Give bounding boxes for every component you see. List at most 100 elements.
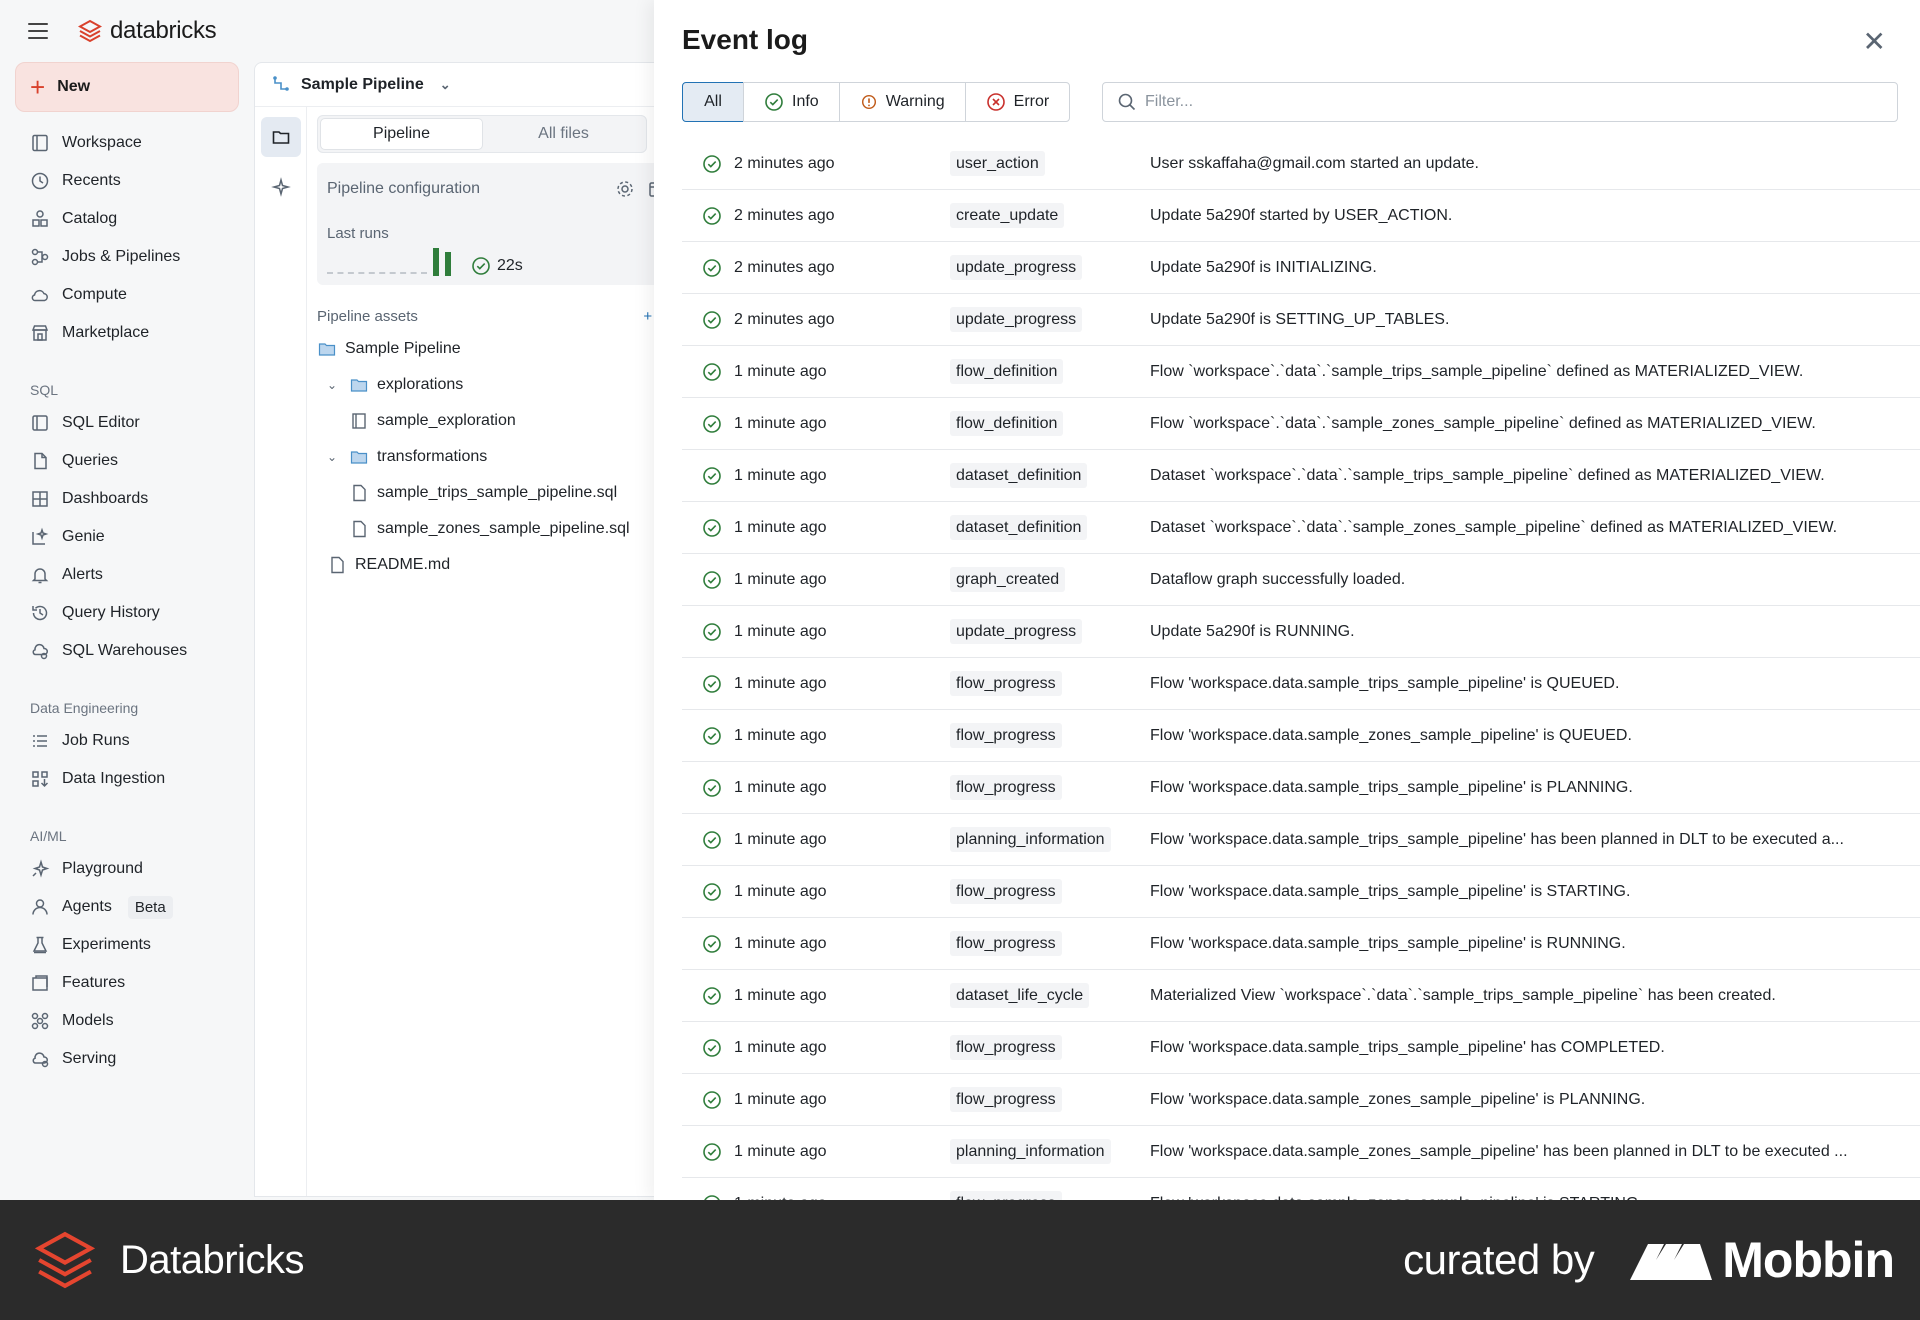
filter-error-button[interactable]: Error: [964, 82, 1071, 122]
filter-info-button[interactable]: Info: [743, 82, 840, 122]
sidebar-item-job-runs[interactable]: Job Runs: [0, 722, 254, 760]
sidebar-item-experiments[interactable]: Experiments: [0, 926, 254, 964]
filter-input[interactable]: Filter...: [1102, 82, 1898, 122]
log-row[interactable]: 2 minutes ago user_action User sskaffaha@g…: [682, 138, 1920, 190]
sidebar-item-queries[interactable]: Queries: [0, 442, 254, 480]
log-row[interactable]: 1 minute ago flow_progress Flow 'workspace…: [682, 658, 1920, 710]
log-type: update_progress: [950, 254, 1140, 280]
sidebar-item-label: Features: [62, 974, 126, 991]
sidebar-item-label: Dashboards: [62, 490, 149, 507]
tree-root[interactable]: Sample Pipeline ⇅: [317, 331, 673, 367]
log-row[interactable]: 1 minute ago graph_created Dataflow graph …: [682, 554, 1920, 606]
sidebar-item-playground[interactable]: Playground: [0, 850, 254, 888]
sidebar-item-label: Experiments: [62, 936, 151, 953]
pipeline-name: Sample Pipeline: [301, 75, 424, 93]
menu-icon[interactable]: [28, 23, 48, 39]
gear-icon[interactable]: [615, 179, 635, 199]
pipeline-header[interactable]: Sample Pipeline ⌄: [255, 63, 673, 107]
tree-item-zones-sql[interactable]: sample_zones_sample_pipeline.sql: [317, 511, 673, 547]
bell-icon: [31, 568, 49, 584]
sidebar-item-recents[interactable]: Recents: [0, 162, 254, 200]
sidebar-item-dashboards[interactable]: Dashboards: [0, 480, 254, 518]
sql-editor-icon: [32, 415, 48, 431]
sidebar-item-models[interactable]: Models: [0, 1002, 254, 1040]
footer-brand-text: Databricks: [120, 1237, 304, 1282]
log-time: 2 minutes ago: [734, 206, 835, 224]
sidebar-item-jobs-pipelines[interactable]: Jobs & Pipelines: [0, 238, 254, 276]
log-row[interactable]: 1 minute ago update_progress Update 5a290f…: [682, 606, 1920, 658]
curated-by-text: curated by: [1403, 1236, 1595, 1283]
filter-all-button[interactable]: All: [682, 82, 744, 122]
event-log-table: 2 minutes ago user_action User sskaffaha@g…: [682, 138, 1920, 1230]
tab-pipeline[interactable]: Pipeline: [320, 118, 483, 150]
sidebar-item-agents[interactable]: Agents Beta: [0, 888, 254, 926]
assistant-rail-button[interactable]: [261, 167, 301, 207]
sidebar-item-compute[interactable]: Compute: [0, 276, 254, 314]
info-check-icon: [682, 934, 722, 954]
nav-section-data-engineering: Data Engineering: [30, 700, 139, 716]
tree-folder-explorations[interactable]: ⌄ explorations: [317, 367, 673, 403]
sidebar-item-data-ingestion[interactable]: Data Ingestion: [0, 760, 254, 798]
config-label[interactable]: Pipeline configuration: [327, 180, 480, 198]
log-row[interactable]: 1 minute ago flow_progress Flow 'workspace…: [682, 710, 1920, 762]
sidebar-item-sql-warehouses[interactable]: SQL Warehouses: [0, 632, 254, 670]
log-message: Flow 'workspace.data.sample_trips_sample…: [1150, 674, 1620, 692]
log-row[interactable]: 2 minutes ago create_update Update 5a290f …: [682, 190, 1920, 242]
last-runs-chart[interactable]: 22s: [327, 248, 667, 276]
sidebar-item-marketplace[interactable]: Marketplace: [0, 314, 254, 352]
log-row[interactable]: 1 minute ago flow_progress Flow 'workspace…: [682, 1022, 1920, 1074]
chevron-down-icon[interactable]: ⌄: [327, 450, 341, 464]
tree-item-trips-sql[interactable]: sample_trips_sample_pipeline.sql: [317, 475, 673, 511]
info-check-icon: [682, 830, 722, 850]
pipeline-folder-icon: [318, 343, 336, 356]
notebook-icon: [352, 413, 366, 429]
tree-item-sample-exploration[interactable]: sample_exploration ∞: [317, 403, 673, 439]
folder-rail-button[interactable]: [261, 117, 301, 157]
sidebar-item-workspace[interactable]: Workspace: [0, 124, 254, 162]
log-row[interactable]: 1 minute ago flow_progress Flow 'workspace…: [682, 1074, 1920, 1126]
info-check-icon: [682, 258, 722, 278]
sidebar-item-query-history[interactable]: Query History: [0, 594, 254, 632]
sidebar-item-alerts[interactable]: Alerts: [0, 556, 254, 594]
log-message: Update 5a290f is RUNNING.: [1150, 622, 1355, 640]
log-row[interactable]: 1 minute ago flow_definition Flow `workspa…: [682, 398, 1920, 450]
log-row[interactable]: 1 minute ago dataset_definition Dataset `w…: [682, 502, 1920, 554]
chevron-down-icon[interactable]: ⌄: [440, 77, 451, 93]
tab-all-files[interactable]: All files: [483, 118, 644, 150]
run-bar[interactable]: [445, 252, 451, 276]
log-row[interactable]: 1 minute ago flow_progress Flow 'workspace…: [682, 762, 1920, 814]
chevron-down-icon[interactable]: ⌄: [327, 378, 341, 392]
databricks-logo[interactable]: databricks: [78, 17, 217, 45]
warehouse-icon: [32, 643, 48, 660]
close-icon[interactable]: ✕: [1863, 28, 1886, 56]
sql-file-icon: [353, 520, 366, 538]
sidebar-item-features[interactable]: Features: [0, 964, 254, 1002]
sidebar-item-serving[interactable]: Serving: [0, 1040, 254, 1078]
log-row[interactable]: 1 minute ago dataset_definition Dataset `w…: [682, 450, 1920, 502]
log-row[interactable]: 1 minute ago planning_information Flow 'wo…: [682, 814, 1920, 866]
log-row[interactable]: 1 minute ago flow_progress Flow 'workspace…: [682, 866, 1920, 918]
models-icon: [31, 1012, 49, 1030]
log-type: user_action: [950, 150, 1140, 176]
log-row[interactable]: 1 minute ago flow_progress Flow 'workspace…: [682, 918, 1920, 970]
sidebar-item-catalog[interactable]: Catalog: [0, 200, 254, 238]
last-run-duration: 22s: [497, 257, 523, 274]
new-button[interactable]: + New: [15, 62, 239, 112]
log-row[interactable]: 1 minute ago planning_information Flow 'wo…: [682, 1126, 1920, 1178]
filter-warning-button[interactable]: Warning: [838, 82, 966, 122]
log-row[interactable]: 1 minute ago flow_definition Flow `workspa…: [682, 346, 1920, 398]
sidebar-item-sql-editor[interactable]: SQL Editor: [0, 404, 254, 442]
sidebar-item-genie[interactable]: Genie: [0, 518, 254, 556]
file-icon: [331, 556, 344, 574]
log-row[interactable]: 2 minutes ago update_progress Update 5a290…: [682, 294, 1920, 346]
log-time: 1 minute ago: [734, 570, 827, 588]
log-row[interactable]: 1 minute ago dataset_life_cycle Materializ…: [682, 970, 1920, 1022]
search-icon: [1118, 93, 1136, 111]
log-time: 1 minute ago: [734, 622, 827, 640]
log-time: 1 minute ago: [734, 778, 827, 796]
log-row[interactable]: 2 minutes ago update_progress Update 5a290…: [682, 242, 1920, 294]
tree-folder-transformations[interactable]: ⌄ transformations: [317, 439, 673, 475]
tree-item-readme[interactable]: README.md ∞: [317, 547, 673, 583]
run-bar[interactable]: [433, 248, 439, 276]
log-type: dataset_definition: [950, 462, 1140, 488]
